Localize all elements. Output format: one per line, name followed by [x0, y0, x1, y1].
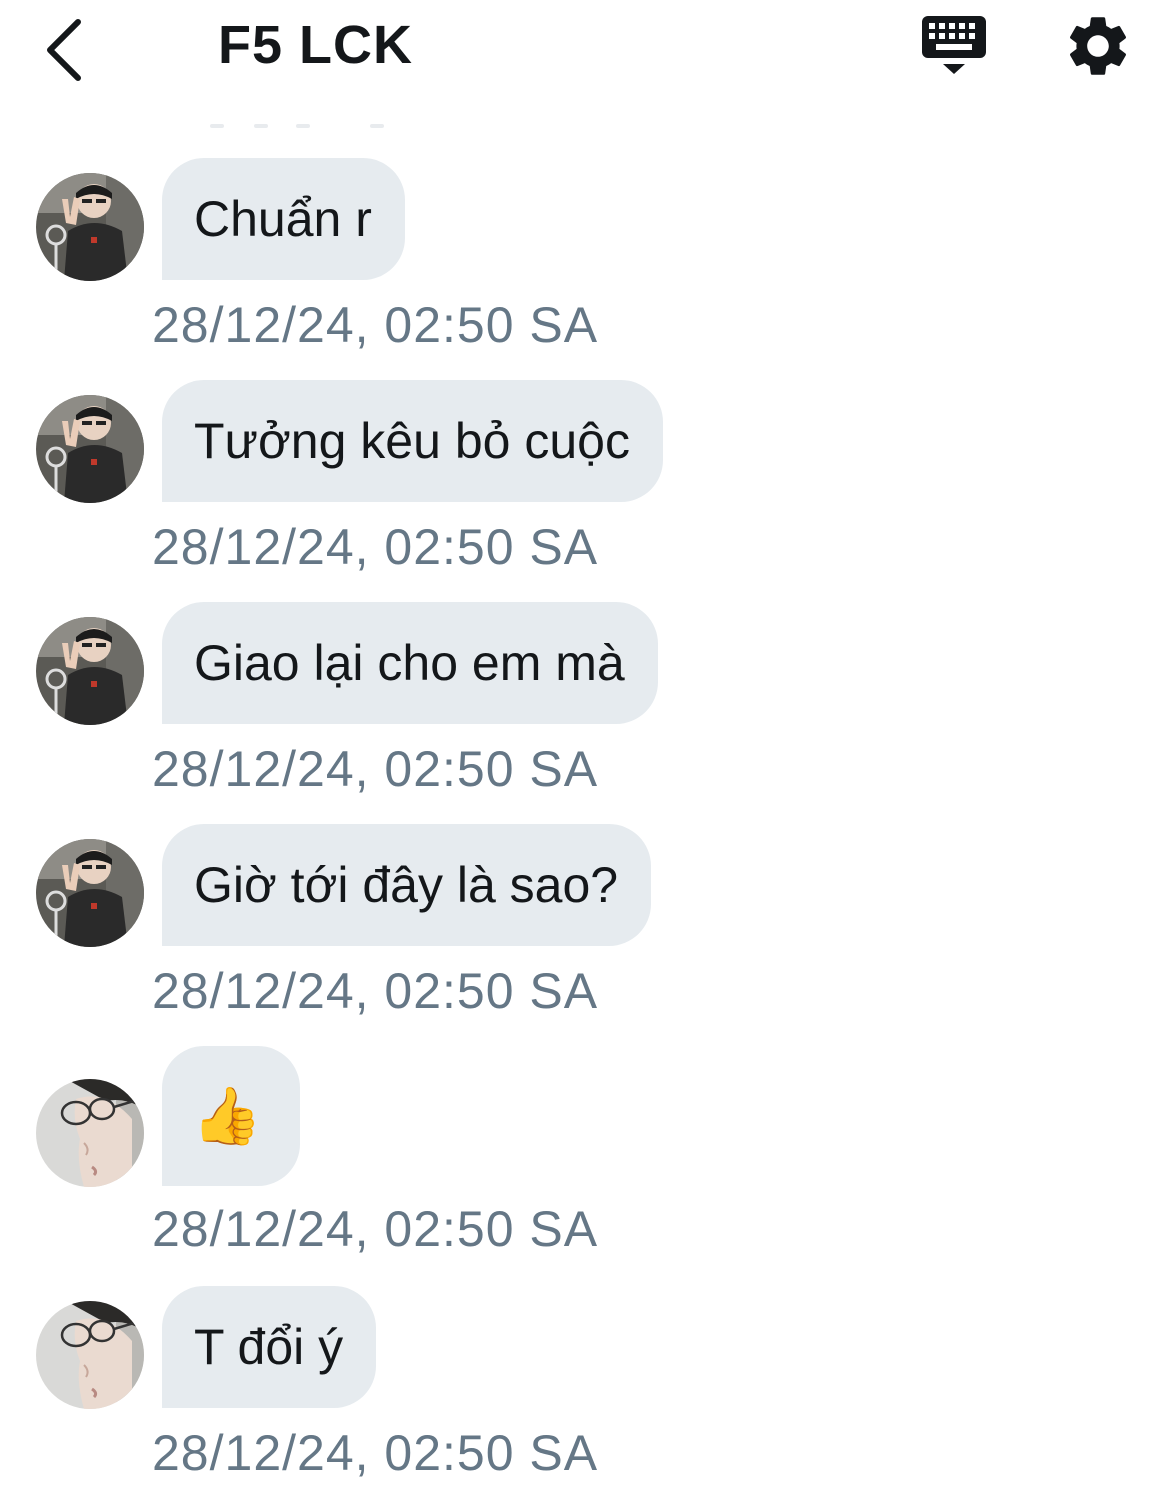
message-bubble[interactable]: 👍 — [162, 1046, 300, 1186]
message-timestamp: 28/12/24, 02:50 SA — [152, 297, 599, 353]
peace-sign-avatar-icon — [36, 839, 144, 947]
message-timestamp: 28/12/24, 02:50 SA — [152, 519, 599, 575]
message-bubble[interactable]: T đổi ý — [162, 1286, 377, 1408]
peace-sign-avatar-icon — [36, 617, 144, 725]
message-list[interactable]: Chuẩn r 28/12/24, 02:50 SA Tưởng kêu bỏ … — [0, 0, 1170, 1493]
message-timestamp: 28/12/24, 02:50 SA — [152, 963, 599, 1019]
message-timestamp: 28/12/24, 02:50 SA — [152, 741, 599, 797]
message-bubble[interactable]: Tưởng kêu bỏ cuộc — [162, 380, 663, 502]
peace-sign-avatar-icon — [36, 395, 144, 503]
avatar[interactable] — [36, 617, 144, 725]
avatar[interactable] — [36, 839, 144, 947]
glasses-profile-avatar-icon — [36, 1301, 144, 1409]
message-timestamp: 28/12/24, 02:50 SA — [152, 1201, 599, 1257]
message-timestamp: 28/12/24, 02:50 SA — [152, 1425, 599, 1481]
avatar[interactable] — [36, 395, 144, 503]
avatar[interactable] — [36, 173, 144, 281]
avatar[interactable] — [36, 1079, 144, 1187]
message-bubble[interactable]: Giờ tới đây là sao? — [162, 824, 652, 946]
message-bubble[interactable]: Giao lại cho em mà — [162, 602, 658, 724]
message-bubble[interactable]: Chuẩn r — [162, 158, 405, 280]
glasses-profile-avatar-icon — [36, 1079, 144, 1187]
peace-sign-avatar-icon — [36, 173, 144, 281]
avatar[interactable] — [36, 1301, 144, 1409]
